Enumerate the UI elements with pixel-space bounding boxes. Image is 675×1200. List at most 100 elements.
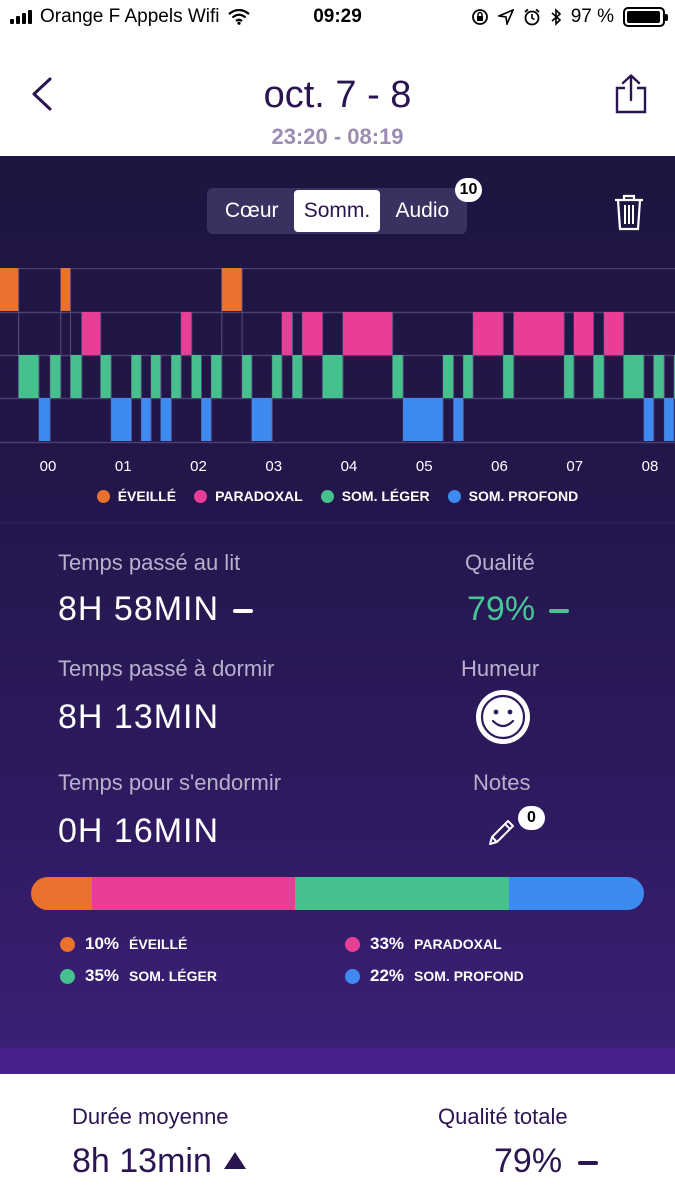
hypnogram-segment-light [443,355,454,398]
notes-label: Notes [473,770,531,795]
breakdown-pct-awake: 10% [85,934,120,953]
hypnogram-segment-light [100,355,112,398]
breakdown-rem: 33% PARADOXAL [345,934,502,954]
proportion-segment-deep [509,877,644,910]
hypnogram-segment-light [151,355,161,398]
bed-time-value: 8H 58MIN [58,590,220,628]
hypnogram-segment-rem [342,312,393,355]
hypnogram-segment-light [272,355,283,398]
avg-duration-label: Durée moyenne [72,1104,229,1129]
hypnogram-segment-light [211,355,222,398]
hypnogram-segment-light [171,355,182,398]
section-divider [0,522,675,524]
legend-dot-light [320,489,334,503]
hypnogram-segment-rem [513,312,565,355]
hypnogram-segment-deep [643,398,654,441]
battery-percent: 97 % [570,6,614,27]
audio-count-badge: 10 [455,178,482,202]
stage-proportion-bar [31,877,644,910]
proportion-segment-rem [92,877,295,910]
bed-time-label: Temps passé au lit [58,550,241,575]
hour-tick-label: 02 [190,458,207,475]
notes-count-badge: 0 [518,806,545,830]
breakdown-dot-light [60,968,75,984]
hypnogram-segment-deep [111,398,132,441]
hypnogram-segment-awake [221,268,243,311]
quality-label: Qualité [465,550,535,575]
hypnogram-segment-deep [403,398,444,441]
hypnogram-segment-deep [453,398,464,441]
breakdown-dot-awake [60,936,75,952]
legend-item-light: SOM. LÉGER [320,488,430,504]
pencil-icon[interactable] [486,816,518,848]
tab-sommeil[interactable]: Somm. [294,190,380,232]
tab-audio[interactable]: Audio [380,190,465,232]
share-icon[interactable] [611,74,651,114]
hypnogram-segment-light [593,355,605,398]
status-right: 97 % [471,6,668,28]
breakdown-pct-light: 35% [85,966,120,985]
quality-value-row: 79% [467,590,570,629]
legend-dot-awake [96,489,110,503]
mood-label: Humeur [461,656,540,681]
hypnogram-segment-light [322,355,343,398]
hypnogram-segment-light [70,355,82,398]
tab-coeur[interactable]: Cœur [209,190,294,232]
hour-tick-label: 05 [415,458,433,475]
hypnogram-segment-light [191,355,202,398]
legend-dot-rem [194,489,208,503]
bed-time-trend-dash [233,609,254,614]
hypnogram-segment-rem [302,312,323,355]
battery-fill [627,11,660,23]
breakdown-deep: 22% SOM. PROFOND [345,966,524,986]
legend-item-deep: SOM. PROFOND [447,488,578,504]
hypnogram-segment-rem [473,312,504,355]
breakdown-label-rem: PARADOXAL [414,936,502,952]
bed-time-value-row: 8H 58MIN [58,590,254,629]
page-title: oct. 7 - 8 [263,74,412,116]
hour-tick-label: 07 [566,458,584,475]
hypnogram-segment-light [463,355,474,398]
sleep-time-value: 8H 13MIN [58,698,220,736]
breakdown-light: 35% SOM. LÉGER [60,966,217,986]
breakdown-pct-deep: 22% [370,966,405,985]
bluetooth-icon [551,8,561,26]
status-bar: Orange F Appels Wifi 09:29 97 % [0,0,675,36]
total-quality-value: 79% [494,1142,563,1180]
breakdown-dot-rem [345,936,360,952]
trash-icon[interactable] [612,193,646,231]
legend-item-awake: ÉVEILLÉ [96,488,177,504]
breakdown-pct-rem: 33% [370,934,405,953]
hypnogram-segment-rem [573,312,594,355]
breakdown-label-awake: ÉVEILLÉ [129,936,188,952]
proportion-segment-awake [31,877,93,910]
legend-label-awake: ÉVEILLÉ [117,488,177,504]
breakdown-label-deep: SOM. PROFOND [414,968,524,984]
panel-bottom-band [0,1048,675,1074]
quality-trend-dash [549,609,570,614]
hypnogram-segment-deep [664,398,675,441]
breakdown-awake: 10% ÉVEILLÉ [60,934,187,954]
smiley-face-icon[interactable] [474,688,532,746]
view-segmented-control: Cœur Somm. Audio [207,188,467,234]
hypnogram-segment-light [503,355,514,398]
battery-icon [623,7,668,27]
total-quality-label: Qualité totale [438,1104,568,1129]
hypnogram-segment-light [392,355,404,398]
avg-duration-value: 8h 13min [72,1142,212,1180]
hypnogram-segment-deep [201,398,212,441]
breakdown-label-light: SOM. LÉGER [129,968,217,984]
hypnogram-segment-light [50,355,61,398]
hypnogram-chart [0,268,675,444]
sleep-time-label: Temps passé à dormir [58,656,275,681]
fall-asleep-label: Temps pour s'endormir [58,770,282,795]
hypnogram-segment-rem [81,312,101,355]
legend-label-rem: PARADOXAL [215,488,303,504]
hypnogram-segment-awake [0,268,19,311]
page-subtitle: 23:20 - 08:19 [271,124,404,149]
legend-label-light: SOM. LÉGER [341,488,430,504]
hypnogram-segment-deep [251,398,273,441]
hypnogram-segment-rem [604,312,624,355]
total-quality-row: 79% [494,1142,599,1181]
proportion-segment-light [294,877,510,910]
